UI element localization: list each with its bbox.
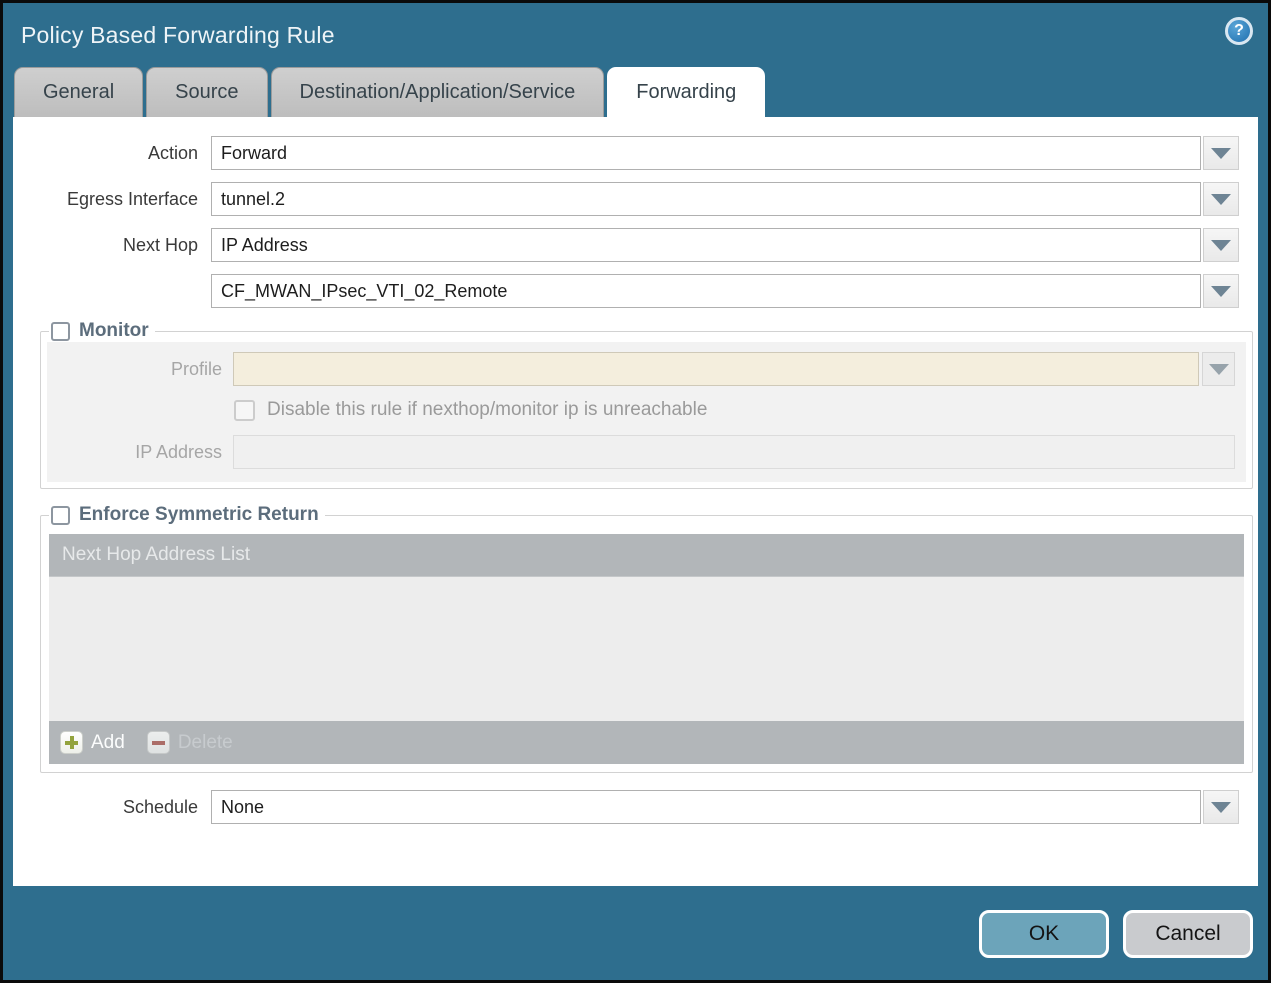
enforce-symmetric-return-fieldset: Enforce Symmetric Return Next Hop Addres… (40, 504, 1253, 773)
disable-rule-checkbox (234, 400, 255, 421)
action-dropdown-button[interactable] (1203, 136, 1239, 170)
table-header: Next Hop Address List (49, 534, 1244, 576)
monitor-legend-label: Monitor (79, 320, 149, 342)
table-footer: Add Delete (49, 721, 1244, 764)
dialog-titlebar: Policy Based Forwarding Rule ? (3, 3, 1268, 67)
enforce-symmetric-return-label: Enforce Symmetric Return (79, 504, 319, 526)
ok-button[interactable]: OK (979, 910, 1109, 958)
table-body-empty (49, 576, 1244, 721)
monitor-ip-address-row: IP Address (47, 435, 1246, 469)
chevron-down-icon (1211, 802, 1231, 813)
tab-general[interactable]: General (14, 67, 143, 117)
schedule-row: Schedule None (13, 790, 1258, 824)
tab-strip: General Source Destination/Application/S… (3, 67, 1268, 117)
monitor-ip-address-input (233, 435, 1235, 469)
disable-rule-label: Disable this rule if nexthop/monitor ip … (267, 399, 707, 421)
chevron-down-icon (1211, 286, 1231, 297)
egress-interface-row: Egress Interface tunnel.2 (13, 182, 1258, 216)
next-hop-address-dropdown-button[interactable] (1203, 274, 1239, 308)
monitor-checkbox[interactable] (51, 322, 70, 341)
chevron-down-icon (1211, 194, 1231, 205)
policy-based-forwarding-dialog: Policy Based Forwarding Rule ? General S… (3, 3, 1268, 980)
monitor-legend: Monitor (49, 320, 155, 342)
monitor-fieldset: Monitor Profile Disable this rule if nex… (40, 320, 1253, 489)
delete-button-label: Delete (178, 732, 233, 754)
dialog-footer: OK Cancel (3, 886, 1268, 980)
next-hop-label: Next Hop (13, 235, 211, 256)
page-title: Policy Based Forwarding Rule (21, 22, 335, 49)
chevron-down-icon (1211, 148, 1231, 159)
help-icon[interactable]: ? (1225, 17, 1253, 45)
tab-source[interactable]: Source (146, 67, 267, 117)
egress-interface-label: Egress Interface (13, 189, 211, 210)
next-hop-address-input[interactable]: CF_MWAN_IPsec_VTI_02_Remote (211, 274, 1201, 308)
schedule-label: Schedule (13, 797, 211, 818)
disable-rule-row: Disable this rule if nexthop/monitor ip … (234, 399, 1246, 421)
add-button-label: Add (91, 732, 125, 754)
minus-icon (147, 731, 170, 754)
next-hop-address-table: Next Hop Address List Add Delete (49, 534, 1244, 764)
next-hop-dropdown-button[interactable] (1203, 228, 1239, 262)
cancel-button[interactable]: Cancel (1123, 910, 1253, 958)
monitor-panel: Profile Disable this rule if nexthop/mon… (47, 342, 1246, 482)
profile-row: Profile (47, 352, 1246, 386)
enforce-symmetric-return-checkbox[interactable] (51, 506, 70, 525)
next-hop-type-input[interactable]: IP Address (211, 228, 1201, 262)
next-hop-address-row: CF_MWAN_IPsec_VTI_02_Remote (13, 274, 1258, 308)
next-hop-row: Next Hop IP Address (13, 228, 1258, 262)
tab-destination-application-service[interactable]: Destination/Application/Service (271, 67, 605, 117)
action-input[interactable]: Forward (211, 136, 1201, 170)
schedule-input[interactable]: None (211, 790, 1201, 824)
action-row: Action Forward (13, 136, 1258, 170)
monitor-ip-address-label: IP Address (47, 442, 233, 463)
delete-button: Delete (147, 731, 233, 754)
egress-interface-input[interactable]: tunnel.2 (211, 182, 1201, 216)
profile-label: Profile (47, 359, 233, 380)
add-button[interactable]: Add (60, 731, 125, 754)
egress-interface-dropdown-button[interactable] (1203, 182, 1239, 216)
profile-dropdown-button (1202, 352, 1235, 386)
forwarding-tab-panel: Action Forward Egress Interface tunnel.2… (13, 117, 1258, 886)
schedule-dropdown-button[interactable] (1203, 790, 1239, 824)
chevron-down-icon (1209, 364, 1229, 375)
tab-forwarding[interactable]: Forwarding (607, 67, 765, 117)
chevron-down-icon (1211, 240, 1231, 251)
action-label: Action (13, 143, 211, 164)
profile-input (233, 352, 1199, 386)
plus-icon (60, 731, 83, 754)
enforce-symmetric-return-legend: Enforce Symmetric Return (49, 504, 325, 526)
